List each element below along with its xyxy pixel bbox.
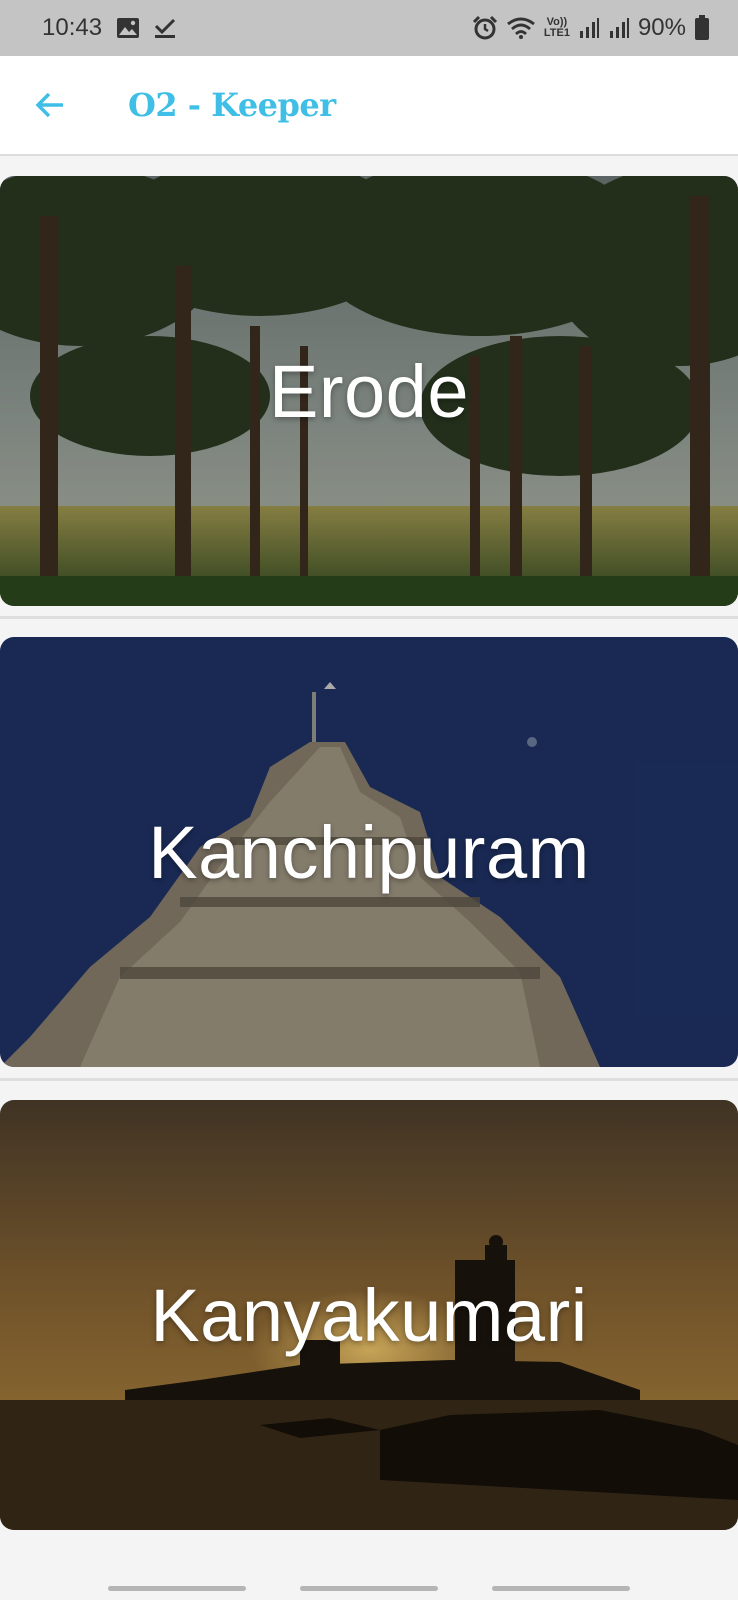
city-name: Kanchipuram — [148, 810, 590, 894]
nav-home-button[interactable] — [300, 1586, 438, 1591]
status-right: Vo)) LTE1 90% — [472, 14, 710, 42]
divider — [0, 616, 738, 619]
back-button[interactable] — [24, 79, 76, 131]
city-card-kanyakumari[interactable]: Kanyakumari — [0, 1100, 738, 1530]
status-time: 10:43 — [42, 14, 103, 41]
city-name: Kanyakumari — [150, 1273, 588, 1357]
battery-percent: 90% — [637, 14, 686, 41]
alarm-icon — [472, 15, 498, 41]
app-bar: O2 - Keeper — [0, 56, 738, 156]
status-left: 10:43 — [42, 14, 176, 42]
system-nav-bar — [0, 1572, 738, 1600]
nav-recent-button[interactable] — [108, 1586, 246, 1591]
divider — [0, 1078, 738, 1081]
city-card-kanchipuram[interactable]: Kanchipuram — [0, 637, 738, 1067]
signal-icon — [578, 17, 600, 39]
city-name: Erode — [269, 349, 469, 433]
gallery-icon — [116, 17, 140, 39]
task-check-icon — [154, 17, 176, 39]
volte-icon: Vo)) LTE1 — [544, 17, 570, 39]
signal-icon — [608, 17, 630, 39]
volte-label-bottom: LTE1 — [543, 27, 570, 39]
arrow-left-icon — [35, 92, 63, 118]
city-card-erode[interactable]: Erode — [0, 176, 738, 606]
battery-icon — [694, 15, 710, 41]
wifi-icon — [506, 16, 536, 40]
nav-back-button[interactable] — [492, 1586, 630, 1591]
status-bar: 10:43 Vo)) LTE1 90% — [0, 0, 738, 56]
app-title: O2 - Keeper — [128, 86, 336, 124]
